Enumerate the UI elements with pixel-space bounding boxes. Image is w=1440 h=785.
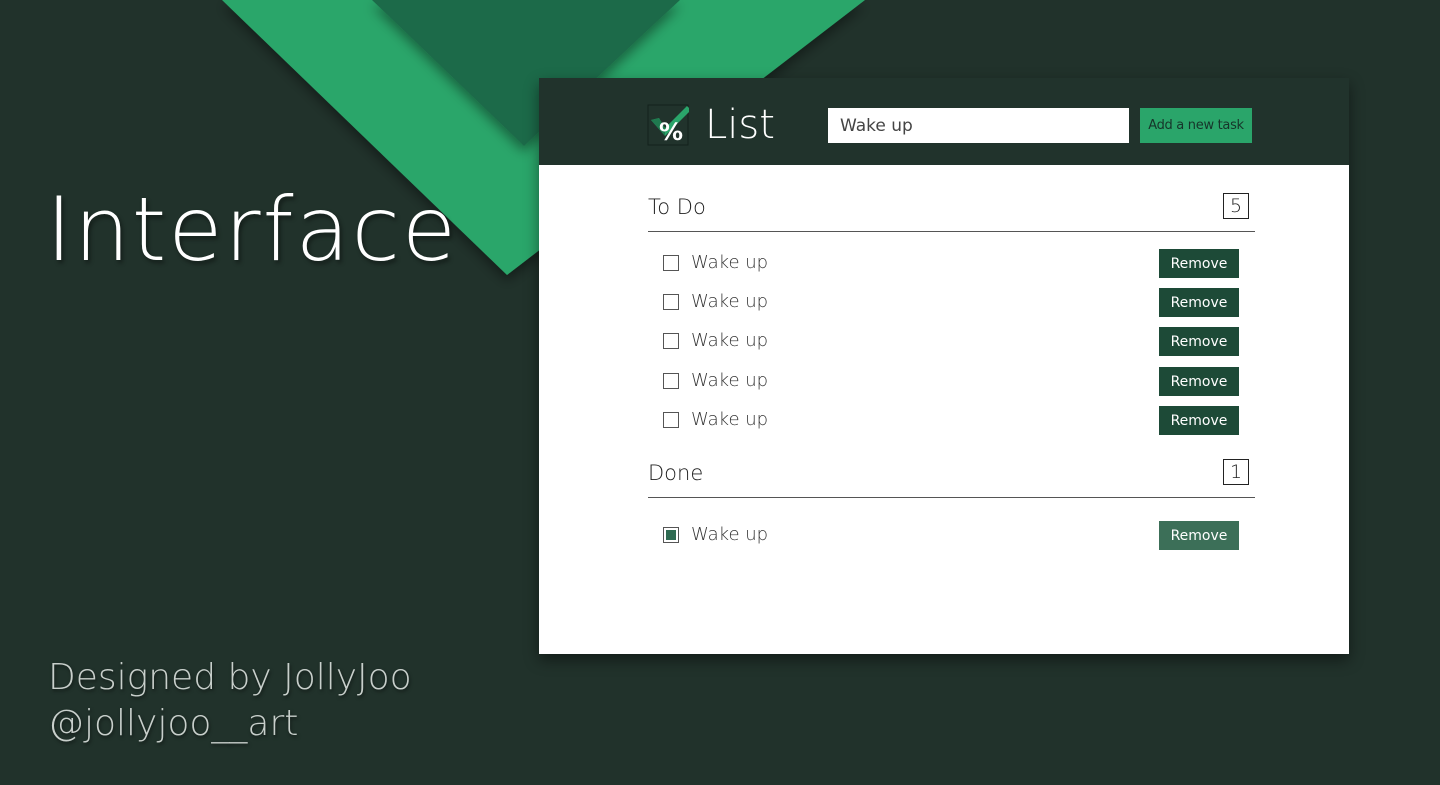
todo-task-row: Wake up Remove [663, 406, 1239, 435]
todo-task-row: Wake up Remove [663, 327, 1239, 356]
todo-app-window: % List Add a new task To Do 5 Wake up Re… [539, 78, 1349, 654]
checkmark-percent-logo-icon: % [647, 104, 689, 146]
svg-text:%: % [659, 118, 683, 146]
task-label: Wake up [691, 330, 769, 351]
task-label: Wake up [691, 252, 769, 273]
remove-task-button[interactable]: Remove [1159, 327, 1239, 356]
add-task-button[interactable]: Add a new task [1140, 108, 1252, 143]
remove-task-button[interactable]: Remove [1159, 288, 1239, 317]
task-label: Wake up [691, 291, 769, 312]
app-title: List [705, 102, 775, 148]
todo-task-row: Wake up Remove [663, 367, 1239, 396]
remove-task-button[interactable]: Remove [1159, 406, 1239, 435]
remove-task-button[interactable]: Remove [1159, 249, 1239, 278]
new-task-input[interactable] [828, 108, 1129, 143]
task-label: Wake up [691, 370, 769, 391]
todo-count-badge: 5 [1223, 193, 1249, 219]
task-checkbox[interactable] [663, 333, 679, 349]
done-divider [648, 497, 1255, 498]
done-task-row: Wake up Remove [663, 521, 1239, 550]
task-label: Wake up [691, 409, 769, 430]
remove-task-button[interactable]: Remove [1159, 367, 1239, 396]
task-checkbox[interactable] [663, 373, 679, 389]
task-checkbox-checked[interactable] [663, 527, 679, 543]
todo-divider [648, 231, 1255, 232]
task-checkbox[interactable] [663, 255, 679, 271]
todo-task-row: Wake up Remove [663, 249, 1239, 278]
remove-task-button[interactable]: Remove [1159, 521, 1239, 550]
todo-section-title: To Do [648, 195, 706, 219]
hero-title: Interface [46, 178, 458, 281]
todo-task-row: Wake up Remove [663, 288, 1239, 317]
done-count-badge: 1 [1223, 459, 1249, 485]
task-checkbox[interactable] [663, 412, 679, 428]
credit-line-handle: @jollyjoo__art [48, 703, 299, 744]
task-checkbox[interactable] [663, 294, 679, 310]
designer-credit: Designed by JollyJoo @jollyjoo__art [48, 655, 412, 747]
task-label: Wake up [691, 524, 769, 545]
app-header: % List Add a new task [539, 78, 1349, 165]
credit-line-name: Designed by JollyJoo [48, 657, 412, 698]
done-section-title: Done [648, 461, 704, 485]
